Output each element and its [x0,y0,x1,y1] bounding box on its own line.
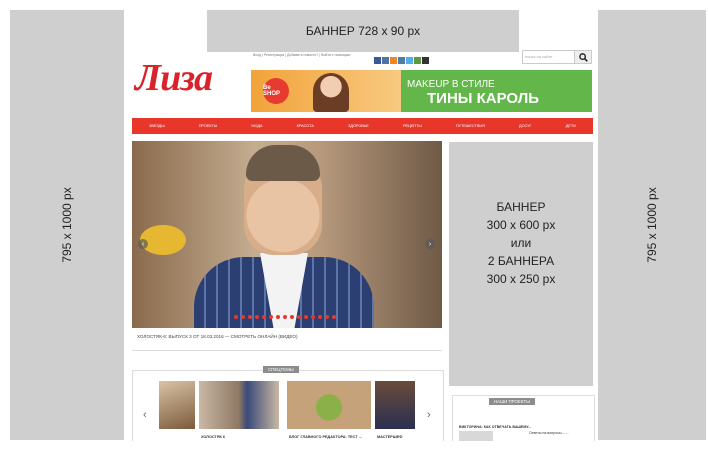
nav-item-stars[interactable]: ЗВЕЗДЫ [149,124,165,128]
header-account-links[interactable]: Вход | Регистрация | Добавить новость? |… [253,53,351,57]
chevron-right-icon[interactable]: › [425,239,435,249]
special-item-caption[interactable]: ХОЛОСТЯК 6 [201,435,225,439]
slider-dot[interactable] [304,315,308,319]
right-banner-line: БАННЕР [496,200,546,214]
promo-image-area: Be SHOP [251,70,401,112]
right-banner-line: 2 БАННЕРА [487,254,555,268]
nav-item-leisure[interactable]: ДОСУГ [519,124,532,128]
special-topics-section: СПЕЦТЕМЫ ‹ › ХОЛОСТЯК 6 БЛОГ ГЛАВНОГО РЕ… [132,366,444,441]
google-icon[interactable] [414,57,421,64]
hero-man-hair [246,145,320,181]
right-banner-line: или [510,236,532,250]
special-thumb-2[interactable] [199,381,279,429]
slider-pagination [234,315,336,319]
search-button[interactable] [575,50,592,64]
special-item-caption[interactable]: БЛОГ ГЛАВНОГО РЕДАКТОРА: ТЕСТ ... [289,435,362,439]
nav-item-beauty[interactable]: КРАСОТА [297,124,314,128]
special-thumb-3[interactable] [287,381,371,429]
right-banner-line: 300 х 600 px [486,218,556,232]
left-side-size-label: 795 х 1000 px [60,187,74,263]
special-thumb-1[interactable] [159,381,195,429]
slider-dot[interactable] [276,315,280,319]
slider-dot[interactable] [262,315,266,319]
hero-caption-bar: ХОЛОСТЯК-6: ВЫПУСК 3 ОТ 18.03.2016 — СМО… [132,328,442,351]
vk-icon[interactable] [382,57,389,64]
promo-banner[interactable]: Be SHOP MAKEUP В СТИЛЕ ТИНЫ КАРОЛЬ [251,70,592,112]
special-topics-title: СПЕЦТЕМЫ [263,366,299,373]
site-search: поиск на сайте [522,50,592,64]
top-banner-label: БАННЕР 728 х 90 px [305,24,421,38]
promo-line-2: ТИНЫ КАРОЛЬ [427,90,540,107]
hero-caption[interactable]: ХОЛОСТЯК-6: ВЫПУСК 3 ОТ 18.03.2016 — СМО… [137,334,298,339]
slider-dot[interactable] [311,315,315,319]
left-side-banner-placeholder: 795 х 1000 px [10,10,124,440]
slider-dot[interactable] [255,315,259,319]
instagram-icon[interactable] [398,57,405,64]
slider-dot[interactable] [234,315,238,319]
top-banner-placeholder: БАННЕР 728 х 90 px [207,10,519,52]
social-icons [374,57,429,64]
search-input[interactable]: поиск на сайте [522,50,575,64]
chevron-left-icon[interactable]: ‹ [143,409,147,421]
facebook-icon[interactable] [374,57,381,64]
slider-dot[interactable] [248,315,252,319]
slider-dot[interactable] [290,315,294,319]
right-banner-line: 300 х 250 px [486,272,556,286]
our-projects-section: НАШИ ПРОЕКТЫ ВИКТОРИНА: КАК ОТВЕЧАТЬ ВАШ… [452,395,595,441]
slider-dot[interactable] [318,315,322,319]
project-thumbnail[interactable] [459,431,493,441]
right-side-banner-placeholder: 795 х 1000 px [598,10,706,440]
promo-model-photo [313,73,349,112]
promo-badge: Be SHOP [263,78,289,104]
hero-slider[interactable]: ‹ › [132,141,442,328]
slider-dot[interactable] [325,315,329,319]
slider-dot[interactable] [269,315,273,319]
special-thumb-4[interactable] [375,381,415,429]
project-teaser[interactable]: Ответы на вопросы – ... [529,431,569,435]
right-side-size-label: 795 х 1000 px [645,187,659,263]
nav-item-fashion[interactable]: МОДА [251,124,262,128]
twitter-icon[interactable] [406,57,413,64]
youtube-icon[interactable] [422,57,429,64]
main-nav: ЗВЕЗДЫ ПРОЕКТЫ МОДА КРАСОТА ЗДОРОВЬЕ РЕЦ… [132,118,593,134]
slider-dot[interactable] [332,315,336,319]
special-item-caption[interactable]: МАСТЕРШЕФ [377,435,402,439]
our-projects-title: НАШИ ПРОЕКТЫ [489,398,535,405]
nav-item-health[interactable]: ЗДОРОВЬЕ [348,124,369,128]
nav-item-kids[interactable]: ДЕТИ [566,124,576,128]
nav-item-recipes[interactable]: РЕЦЕПТЫ [403,124,422,128]
slider-dot[interactable] [297,315,301,319]
search-icon [578,52,588,62]
promo-line-1: MAKEUP В СТИЛЕ [407,79,495,90]
chevron-right-icon[interactable]: › [427,409,431,421]
slider-dot[interactable] [283,315,287,319]
chevron-left-icon[interactable]: ‹ [138,239,148,249]
right-banner-placeholder: БАННЕР 300 х 600 px или 2 БАННЕРА 300 х … [449,142,593,386]
slider-dot[interactable] [241,315,245,319]
site-logo[interactable]: Лиза [135,56,213,100]
odnoklassniki-icon[interactable] [390,57,397,64]
project-headline[interactable]: ВИКТОРИНА: КАК ОТВЕЧАТЬ ВАШЕМУ... [459,425,531,429]
nav-item-travel[interactable]: ПУТЕШЕСТВИЯ [456,124,485,128]
nav-item-projects[interactable]: ПРОЕКТЫ [199,124,218,128]
